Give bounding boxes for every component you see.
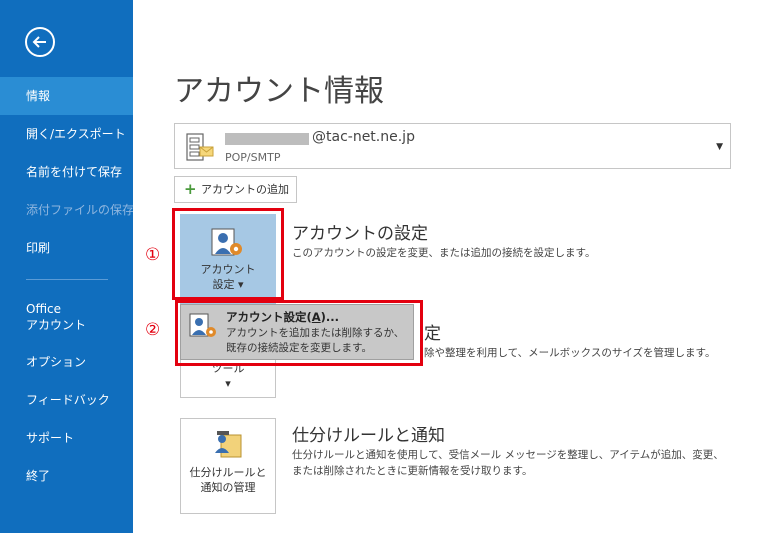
back-button[interactable] xyxy=(25,27,55,57)
rules-alerts-desc: 仕分けルールと通知を使用して、受信メール メッセージを整理し、アイテムが追加、変… xyxy=(292,449,724,477)
add-account-button[interactable]: + アカウントの追加 xyxy=(174,176,297,203)
account-settings-desc: このアカウントの設定を変更、または追加の接続を設定します。 xyxy=(292,247,596,259)
nav-exit[interactable]: 終了 xyxy=(0,457,133,495)
account-type: POP/SMTP xyxy=(225,151,281,164)
step-number-1: ① xyxy=(145,245,161,265)
manage-rules-button[interactable]: 仕分けルールと 通知の管理 xyxy=(180,418,276,514)
account-settings-title: アカウントの設定 xyxy=(292,224,428,244)
account-settings-icon xyxy=(189,313,216,337)
dropdown-arrow-icon: ▼ xyxy=(716,142,723,152)
nav-divider xyxy=(26,279,108,280)
backstage-sidebar: 情報 開く/エクスポート 名前を付けて保存 添付ファイルの保存 印刷 Offic… xyxy=(0,0,135,533)
nav-support[interactable]: サポート xyxy=(0,419,133,457)
menu-item-desc: アカウントを追加または削除するか、 既存の接続設定を変更します。 xyxy=(226,327,405,354)
manage-rules-button-label: 仕分けルールと 通知の管理 xyxy=(189,466,267,494)
add-account-label: アカウントの追加 xyxy=(201,183,289,196)
account-settings-button-label: アカウント 設定 ▾ xyxy=(200,263,256,291)
account-settings-menu-item[interactable]: アカウント設定(A)... アカウントを追加または削除するか、 既存の接続設定を… xyxy=(180,304,414,360)
account-selector[interactable]: @tac-net.ne.jp POP/SMTP ▼ xyxy=(174,123,731,169)
nav-options[interactable]: オプション xyxy=(0,343,133,381)
menu-item-title-prefix: アカウント設定( xyxy=(226,310,312,324)
account-settings-button[interactable]: アカウント 設定 ▾ xyxy=(180,214,276,310)
nav-save-as[interactable]: 名前を付けて保存 xyxy=(0,153,133,191)
nav-print[interactable]: 印刷 xyxy=(0,229,133,267)
mail-account-icon xyxy=(186,133,214,161)
nav-office-account[interactable]: Office アカウント xyxy=(0,298,133,338)
menu-item-title-suffix: )... xyxy=(320,310,340,324)
menu-item-accelerator: A xyxy=(311,310,321,324)
back-arrow-icon xyxy=(32,36,46,48)
plus-icon: + xyxy=(184,180,197,198)
tools-button-label: ツール ▾ xyxy=(211,362,245,390)
step-number-2: ② xyxy=(145,320,161,340)
redacted-address xyxy=(225,133,309,145)
account-email: @tac-net.ne.jp xyxy=(312,129,415,145)
rules-alerts-icon xyxy=(215,431,242,458)
rules-alerts-title: 仕分けルールと通知 xyxy=(292,426,445,446)
page-title: アカウント情報 xyxy=(174,74,384,109)
mailbox-settings-title: 定 xyxy=(424,324,441,344)
account-settings-icon xyxy=(211,228,242,256)
nav-open-export[interactable]: 開く/エクスポート xyxy=(0,115,133,153)
menu-item-title: アカウント設定(A)... xyxy=(226,309,339,325)
nav-info[interactable]: 情報 xyxy=(0,77,133,115)
mailbox-settings-desc: 除や整理を利用して、メールボックスのサイズを管理します。 xyxy=(424,347,716,359)
nav-save-attachments: 添付ファイルの保存 xyxy=(26,203,135,217)
nav-feedback[interactable]: フィードバック xyxy=(0,381,133,419)
